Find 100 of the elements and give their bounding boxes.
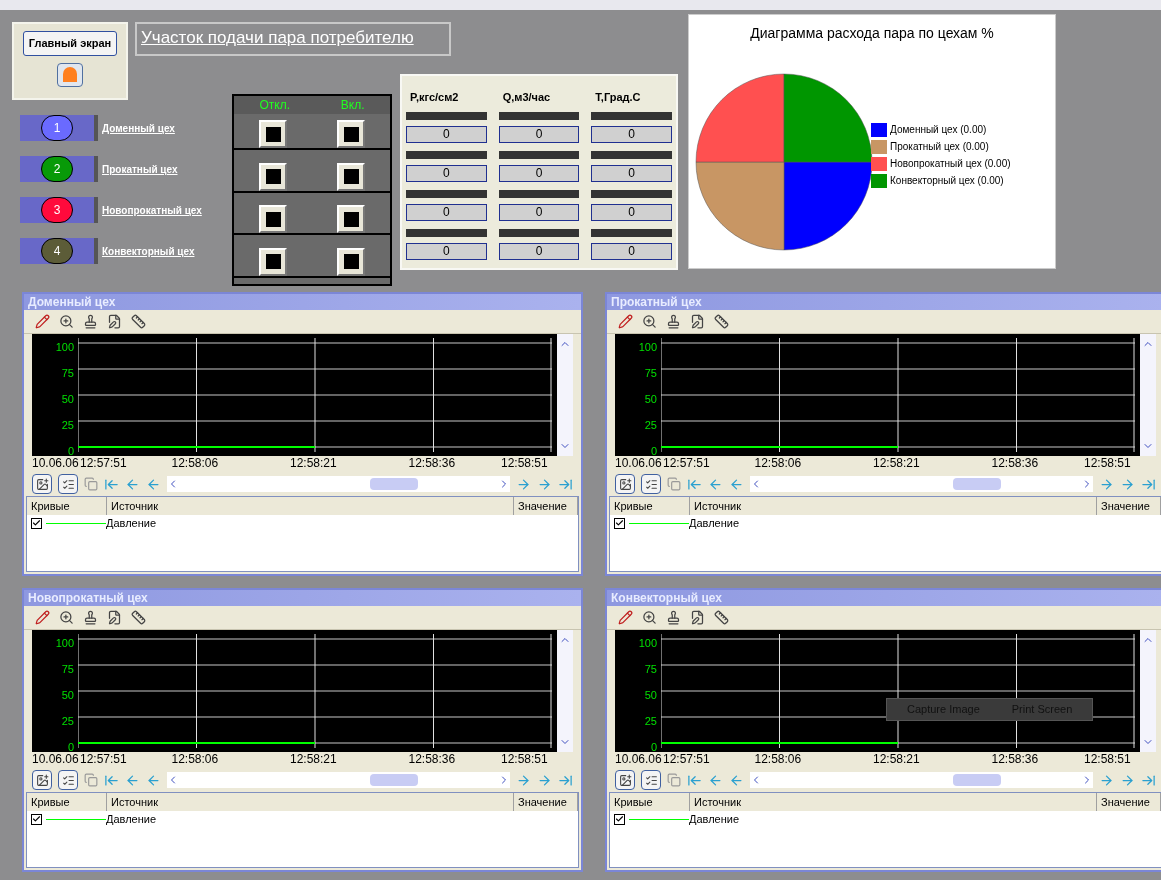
scroll-thumb[interactable] [370,478,418,490]
switch-button[interactable] [337,205,365,234]
switch-button[interactable] [337,120,365,149]
forward-icon[interactable] [1120,772,1135,788]
back-icon[interactable] [146,772,161,788]
curve-list-button[interactable] [641,474,661,494]
switch-button[interactable] [259,205,287,234]
add-curve-button[interactable] [615,770,635,790]
scroll-thumb[interactable] [953,774,1001,786]
curve-checkbox[interactable] [31,813,42,825]
x-axis-label: 12:57:51 [663,457,710,469]
add-curve-button[interactable] [32,770,52,790]
curve-list-button[interactable] [58,770,78,790]
curve-name: Давление [106,515,157,531]
column-header[interactable]: Источник [690,497,1097,515]
x-axis-label: 12:58:36 [408,457,456,469]
x-axis-label: 12:58:36 [991,457,1039,469]
person-icon[interactable] [57,62,83,87]
copy-icon[interactable] [84,477,98,491]
x-axis-label: 12:58:06 [754,457,802,469]
forward-icon[interactable] [1099,476,1114,492]
column-header[interactable]: Источник [690,793,1097,811]
back-icon[interactable] [708,476,723,492]
vertical-scrollbar[interactable] [557,630,573,752]
workshop-button[interactable]: 2 [20,156,98,182]
vertical-scrollbar[interactable] [1140,334,1156,456]
column-header[interactable]: Значение [514,793,578,811]
horizontal-scrollbar[interactable] [167,476,510,492]
copy-icon[interactable] [84,773,98,787]
curve-checkbox[interactable] [614,813,625,825]
y-axis-label: 75 [644,664,657,675]
legend-label: Конвекторный цех (0.00) [890,174,1004,188]
y-axis-label: 50 [644,690,657,701]
column-header[interactable]: Кривые [610,497,690,515]
workshop-button[interactable]: 1 [20,115,98,141]
add-curve-button[interactable] [615,474,635,494]
workshop-button[interactable]: 3 [20,197,98,223]
x-axis-label: 12:58:21 [290,753,337,765]
forward-icon[interactable] [516,772,531,788]
back-icon[interactable] [708,772,723,788]
column-header[interactable]: Значение [514,497,578,515]
back-icon[interactable] [125,772,140,788]
column-header[interactable]: Кривые [610,793,690,811]
curve-list-button[interactable] [58,474,78,494]
value-field: 0 [498,165,580,182]
back-icon[interactable] [729,476,744,492]
curve-list-button[interactable] [641,770,661,790]
forward-icon[interactable] [1099,772,1114,788]
column-header[interactable]: Источник [107,793,514,811]
switch-header: Вкл. [340,97,365,114]
y-axis-label: 0 [67,742,74,753]
column-header: T,Град.С [594,89,642,105]
x-axis-label: 12:58:06 [171,753,219,765]
copy-icon[interactable] [667,773,681,787]
forward-icon[interactable] [537,772,552,788]
x-axis-label: 12:58:06 [754,753,802,765]
switch-button[interactable] [337,247,365,276]
back-icon[interactable] [146,476,161,492]
y-axis-label: 75 [61,368,74,379]
x-axis-label: 12:58:21 [873,753,920,765]
switch-button[interactable] [337,162,365,191]
switch-button[interactable] [259,162,287,191]
switch-button[interactable] [259,247,287,276]
workshop-button[interactable]: 4 [20,238,98,264]
forward-icon[interactable] [516,476,531,492]
vertical-scrollbar[interactable] [1140,630,1156,752]
column-header[interactable]: Значение [1097,497,1161,515]
horizontal-scrollbar[interactable] [750,476,1093,492]
add-curve-button[interactable] [32,474,52,494]
value-field: 0 [406,243,487,260]
curve-name: Давление [689,811,740,827]
curve-line-swatch [46,522,106,524]
back-icon[interactable] [125,476,140,492]
forward-icon[interactable] [1120,476,1135,492]
main-screen-button[interactable]: Главный экран [22,31,118,56]
curve-name: Давление [106,811,157,827]
legend-label: Новопрокатный цех (0.00) [890,157,1011,171]
column-header[interactable]: Значение [1097,793,1161,811]
curve-checkbox[interactable] [614,517,625,529]
horizontal-scrollbar[interactable] [167,772,510,788]
column-header: P,кгс/см2 [409,89,460,105]
chart-title: Диаграмма расхода пара по цехам % [750,24,994,43]
scroll-thumb[interactable] [370,774,418,786]
x-axis-label: 12:58:36 [408,753,456,765]
x-axis-label: 12:58:51 [501,457,548,469]
switch-button[interactable] [259,120,287,149]
vertical-scrollbar[interactable] [557,334,573,456]
back-icon[interactable] [729,772,744,788]
scroll-thumb[interactable] [953,478,1001,490]
column-header[interactable]: Кривые [27,497,107,515]
x-axis-label: 12:58:06 [171,457,219,469]
x-axis-label: 12:57:51 [80,753,127,765]
copy-icon[interactable] [667,477,681,491]
column-header[interactable]: Кривые [27,793,107,811]
forward-icon[interactable] [537,476,552,492]
horizontal-scrollbar[interactable] [750,772,1093,788]
column-header[interactable]: Источник [107,497,514,515]
curve-checkbox[interactable] [31,517,42,529]
checklist-icon [61,773,75,787]
x-axis-label: 12:58:21 [873,457,920,469]
